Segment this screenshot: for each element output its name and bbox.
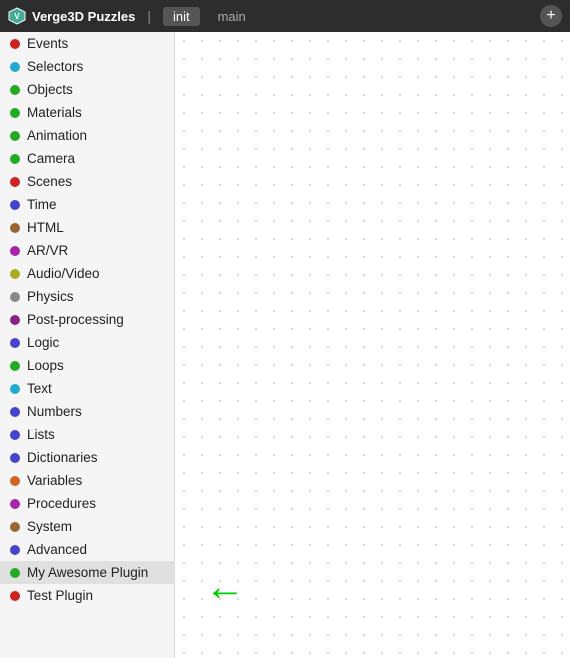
sidebar-item-label: Time [27,197,57,212]
sidebar-item-numbers[interactable]: Numbers [0,400,174,423]
sidebar-item-physics[interactable]: Physics [0,285,174,308]
sidebar-item-scenes[interactable]: Scenes [0,170,174,193]
category-dot [10,131,20,141]
sidebar-item-label: Camera [27,151,75,166]
sidebar-item-camera[interactable]: Camera [0,147,174,170]
sidebar-item-label: Materials [27,105,82,120]
sidebar-item-label: Logic [27,335,59,350]
sidebar-item-label: Dictionaries [27,450,98,465]
sidebar-item-label: Scenes [27,174,72,189]
sidebar-item-logic[interactable]: Logic [0,331,174,354]
sidebar-item-label: Procedures [27,496,96,511]
sidebar-item-animation[interactable]: Animation [0,124,174,147]
tab-main[interactable]: main [208,7,256,26]
category-dot [10,407,20,417]
sidebar-item-label: Selectors [27,59,83,74]
category-dot [10,85,20,95]
category-dot [10,315,20,325]
sidebar-item-dictionaries[interactable]: Dictionaries [0,446,174,469]
category-dot [10,292,20,302]
sidebar-item-label: Loops [27,358,64,373]
main-area: Events Selectors Objects Materials Animation… [0,32,570,658]
svg-text:V: V [14,12,20,21]
app-logo: V Verge3D Puzzles [8,7,135,25]
category-dot [10,522,20,532]
sidebar-item-my-awesome-plugin[interactable]: My Awesome Plugin [0,561,174,584]
sidebar-item-label: HTML [27,220,64,235]
sidebar-item-label: Animation [27,128,87,143]
sidebar-item-lists[interactable]: Lists [0,423,174,446]
sidebar-item-events[interactable]: Events [0,32,174,55]
sidebar-item-label: Lists [27,427,55,442]
logo-text: Verge3D Puzzles [32,9,135,24]
category-dot [10,361,20,371]
category-dot [10,177,20,187]
sidebar-item-loops[interactable]: Loops [0,354,174,377]
sidebar-item-system[interactable]: System [0,515,174,538]
category-dot [10,499,20,509]
sidebar-item-label: Post-processing [27,312,124,327]
category-dot [10,453,20,463]
category-dot [10,591,20,601]
sidebar-item-label: Objects [27,82,73,97]
sidebar-item-label: Variables [27,473,82,488]
sidebar-item-label: Numbers [27,404,82,419]
header-divider: | [147,8,151,24]
sidebar-item-selectors[interactable]: Selectors [0,55,174,78]
category-dot [10,430,20,440]
sidebar-item-audio-video[interactable]: Audio/Video [0,262,174,285]
sidebar-item-materials[interactable]: Materials [0,101,174,124]
sidebar-item-label: Test Plugin [27,588,93,603]
add-tab-button[interactable]: + [540,5,562,27]
sidebar: Events Selectors Objects Materials Animation… [0,32,175,658]
category-dot [10,154,20,164]
header: V Verge3D Puzzles | init main + [0,0,570,32]
category-dot [10,223,20,233]
sidebar-item-label: Events [27,36,68,51]
category-dot [10,108,20,118]
sidebar-item-label: Audio/Video [27,266,100,281]
category-dot [10,269,20,279]
sidebar-item-time[interactable]: Time [0,193,174,216]
category-dot [10,338,20,348]
sidebar-item-procedures[interactable]: Procedures [0,492,174,515]
arrow-indicator: ← [205,565,245,610]
sidebar-item-label: Physics [27,289,74,304]
sidebar-item-label: System [27,519,72,534]
sidebar-item-label: My Awesome Plugin [27,565,148,580]
category-dot [10,200,20,210]
tab-init[interactable]: init [163,7,200,26]
sidebar-item-label: Advanced [27,542,87,557]
sidebar-item-html[interactable]: HTML [0,216,174,239]
sidebar-item-label: AR/VR [27,243,68,258]
sidebar-item-objects[interactable]: Objects [0,78,174,101]
category-dot [10,568,20,578]
sidebar-item-label: Text [27,381,52,396]
logo-icon: V [8,7,26,25]
category-dot [10,39,20,49]
sidebar-item-variables[interactable]: Variables [0,469,174,492]
category-dot [10,62,20,72]
category-dot [10,545,20,555]
sidebar-item-test-plugin[interactable]: Test Plugin [0,584,174,607]
sidebar-item-text[interactable]: Text [0,377,174,400]
sidebar-item-ar-vr[interactable]: AR/VR [0,239,174,262]
category-dot [10,384,20,394]
sidebar-item-post-processing[interactable]: Post-processing [0,308,174,331]
canvas-area[interactable]: ← [175,32,570,658]
sidebar-item-advanced[interactable]: Advanced [0,538,174,561]
category-dot [10,476,20,486]
category-dot [10,246,20,256]
